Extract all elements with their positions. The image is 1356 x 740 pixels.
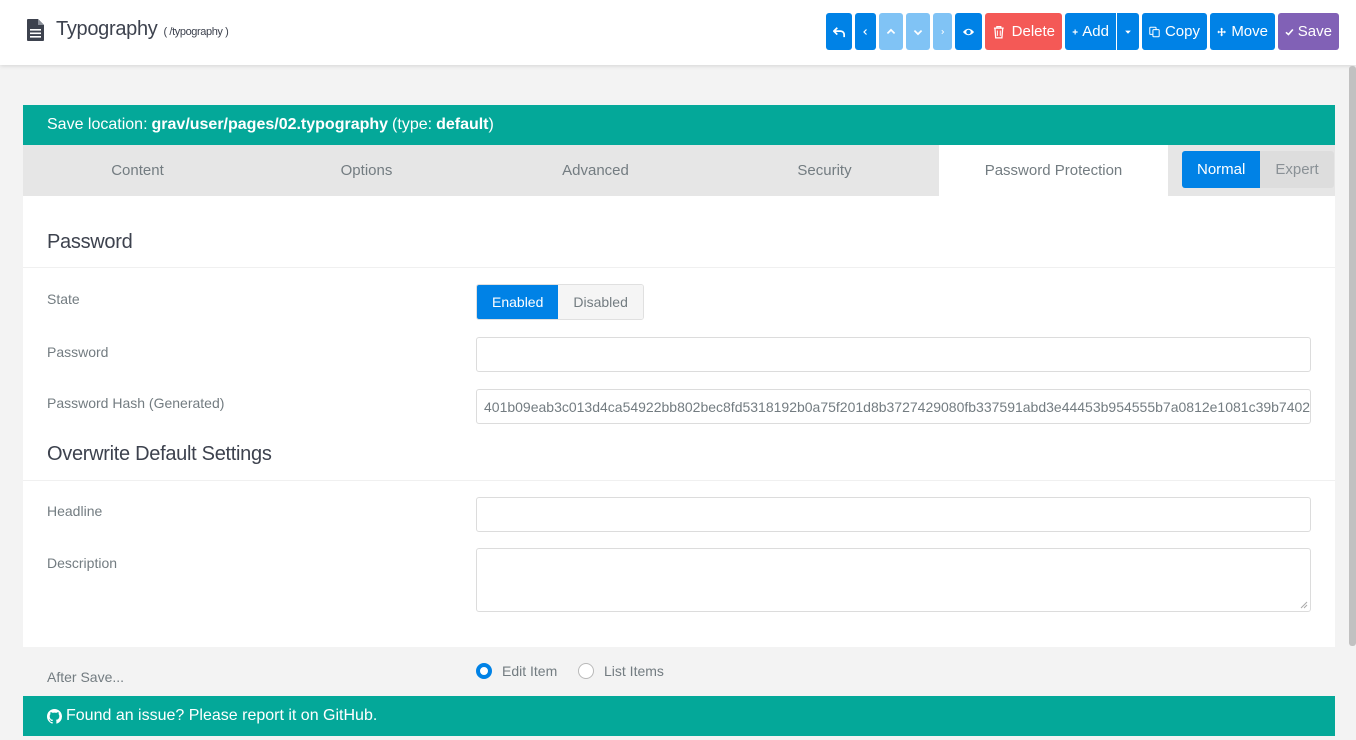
headline-input[interactable] xyxy=(476,497,1311,532)
delete-button[interactable]: Delete xyxy=(985,13,1062,50)
editor-tabs: Content Options Advanced Security Passwo… xyxy=(23,145,1335,196)
save-location-suffix: ) xyxy=(488,116,494,133)
state-label: State xyxy=(47,291,80,307)
password-hash-label: Password Hash (Generated) xyxy=(47,395,225,411)
mode-normal-button[interactable]: Normal xyxy=(1182,151,1261,188)
report-issue-link[interactable]: Found an issue? Please report it on GitH… xyxy=(66,707,377,725)
tab-options[interactable]: Options xyxy=(252,145,481,196)
tab-security[interactable]: Security xyxy=(710,145,939,196)
after-save-edit-item-option[interactable]: Edit Item xyxy=(476,663,557,679)
after-save-row: After Save... Edit Item List Items xyxy=(23,647,1335,696)
check-icon xyxy=(1285,28,1294,36)
tab-password-protection[interactable]: Password Protection xyxy=(939,145,1168,196)
headline-label: Headline xyxy=(47,503,103,519)
preview-button[interactable] xyxy=(955,13,982,50)
chevron-right-icon xyxy=(941,29,945,34)
footer-bar: Found an issue? Please report it on GitH… xyxy=(23,696,1335,736)
radio-unselected-icon[interactable] xyxy=(578,663,594,679)
add-button-group: Add xyxy=(1065,13,1139,50)
copy-button[interactable]: Copy xyxy=(1142,13,1207,50)
page-title: Typography xyxy=(56,18,158,40)
after-save-label: After Save... xyxy=(47,669,125,685)
copy-label: Copy xyxy=(1164,23,1200,40)
state-disabled-option[interactable]: Disabled xyxy=(558,285,643,319)
undo-arrow-icon xyxy=(833,26,845,37)
state-enabled-option[interactable]: Enabled xyxy=(477,285,559,319)
page-route: ( /typography ) xyxy=(163,26,229,38)
move-down-button[interactable] xyxy=(906,13,930,50)
mode-switch: Normal Expert xyxy=(1182,151,1334,188)
password-label: Password xyxy=(47,344,109,360)
add-dropdown-button[interactable] xyxy=(1117,13,1139,50)
resize-grip-icon[interactable] xyxy=(1300,601,1308,609)
arrows-move-icon xyxy=(1217,27,1226,36)
description-textarea[interactable] xyxy=(476,548,1311,612)
password-hash-input[interactable]: 401b09eab3c013d4ca54922bb802bec8fd531819… xyxy=(476,389,1311,424)
chevron-up-icon xyxy=(886,28,896,34)
state-toggle: Enabled Disabled xyxy=(476,284,644,320)
move-up-button[interactable] xyxy=(879,13,903,50)
mode-expert-button[interactable]: Expert xyxy=(1260,151,1333,188)
move-label: Move xyxy=(1231,23,1268,40)
github-icon xyxy=(47,708,62,724)
chevron-left-icon xyxy=(863,28,867,35)
radio-selected-icon[interactable] xyxy=(476,663,492,679)
toolbar: Delete Add Copy Move Save xyxy=(826,13,1339,50)
list-items-label: List Items xyxy=(604,663,664,679)
divider xyxy=(23,267,1335,268)
document-icon xyxy=(27,18,44,41)
save-button[interactable]: Save xyxy=(1278,13,1339,50)
save-location-bar: Save location: grav/user/pages/02.typogr… xyxy=(23,105,1335,145)
add-button[interactable]: Add xyxy=(1065,13,1116,50)
tab-advanced[interactable]: Advanced xyxy=(481,145,710,196)
description-label: Description xyxy=(47,555,118,571)
after-save-list-items-option[interactable]: List Items xyxy=(578,663,664,679)
save-location-path: grav/user/pages/02.typography xyxy=(151,116,389,133)
page-title-group: Typography ( /typography ) xyxy=(27,18,229,41)
copy-icon xyxy=(1149,26,1160,37)
edit-item-label: Edit Item xyxy=(502,663,558,679)
save-label: Save xyxy=(1297,23,1332,40)
top-bar: Typography ( /typography ) Delete Add Co… xyxy=(0,0,1356,65)
add-label: Add xyxy=(1082,23,1109,40)
caret-down-icon xyxy=(1125,30,1131,34)
page-editor-card: Save location: grav/user/pages/02.typogr… xyxy=(23,105,1335,696)
previous-page-button[interactable] xyxy=(855,13,876,50)
password-input[interactable] xyxy=(476,337,1311,372)
save-location-prefix: Save location: xyxy=(47,116,148,133)
back-button[interactable] xyxy=(826,13,852,50)
tab-content[interactable]: Content xyxy=(23,145,252,196)
password-section-title: Password xyxy=(47,231,133,253)
page-scrollbar[interactable] xyxy=(1349,66,1356,646)
overwrite-section-title: Overwrite Default Settings xyxy=(47,443,272,465)
save-location-type: default xyxy=(436,116,489,133)
eye-icon xyxy=(962,28,975,35)
next-page-button[interactable] xyxy=(933,13,952,50)
move-button[interactable]: Move xyxy=(1210,13,1275,50)
trash-icon xyxy=(993,25,1004,38)
delete-label: Delete xyxy=(1011,23,1055,40)
chevron-down-icon xyxy=(913,29,923,35)
plus-icon xyxy=(1072,29,1078,34)
divider xyxy=(23,480,1335,481)
save-location-type-prefix: (type: xyxy=(392,116,433,133)
